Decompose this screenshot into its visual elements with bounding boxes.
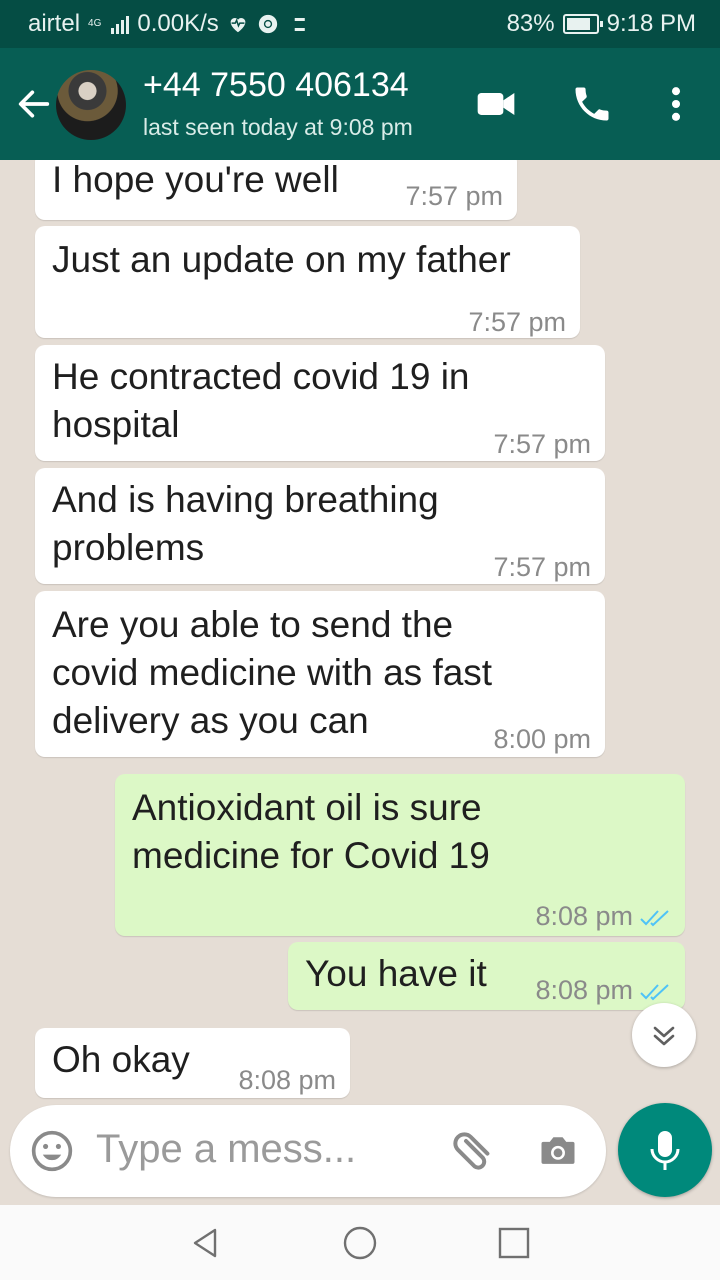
double-chevron-down-icon bbox=[653, 1026, 675, 1046]
avatar[interactable] bbox=[56, 70, 126, 140]
voice-message-button[interactable] bbox=[618, 1103, 712, 1197]
read-ticks-icon bbox=[640, 984, 669, 1001]
network-type: 4G bbox=[88, 18, 102, 29]
message-time: 8:08 pm bbox=[535, 901, 633, 931]
microphone-icon bbox=[650, 1131, 680, 1170]
incoming-message[interactable]: Just an update on my father 7:57 pm bbox=[35, 226, 580, 338]
incoming-message[interactable]: And is having breathing problems 7:57 pm bbox=[35, 468, 605, 584]
video-call-icon[interactable] bbox=[474, 82, 518, 126]
emoji-icon[interactable] bbox=[30, 1129, 74, 1173]
message-meta: 8:08 pm bbox=[535, 892, 671, 940]
message-time: 7:57 pm bbox=[493, 429, 591, 459]
message-input-bar[interactable]: Type a mess... bbox=[10, 1105, 606, 1197]
carrier-name: airtel bbox=[28, 10, 81, 37]
message-text: You have it bbox=[305, 953, 487, 994]
message-time: 8:00 pm bbox=[493, 724, 591, 754]
contact-name[interactable]: +44 7550 406134 bbox=[143, 66, 409, 105]
chat-header: +44 7550 406134 last seen today at 9:08 … bbox=[0, 48, 720, 160]
incoming-message[interactable]: I hope you're well 7:57 pm bbox=[35, 160, 517, 220]
message-text: I hope you're well bbox=[52, 160, 339, 200]
last-seen-status: last seen today at 9:08 pm bbox=[143, 114, 413, 140]
scroll-to-bottom-button[interactable] bbox=[632, 1003, 696, 1067]
message-list[interactable]: I hope you're well 7:57 pm Just an updat… bbox=[0, 160, 720, 1102]
message-text: And is having breathing bbox=[52, 479, 439, 520]
message-time: 7:57 pm bbox=[493, 552, 591, 582]
incoming-message[interactable]: Are you able to send the covid medicine … bbox=[35, 591, 605, 757]
message-text: problems bbox=[52, 527, 205, 568]
battery-icon bbox=[562, 14, 603, 34]
outgoing-message[interactable]: Antioxidant oil is sure medicine for Cov… bbox=[115, 774, 685, 936]
nav-recents-icon[interactable] bbox=[496, 1225, 532, 1261]
news-icon: ▬ ▬ bbox=[294, 13, 305, 34]
message-text: hospital bbox=[52, 404, 180, 445]
message-text: He contracted covid 19 in bbox=[52, 356, 470, 397]
incoming-message[interactable]: Oh okay 8:08 pm bbox=[35, 1028, 350, 1098]
heart-rate-icon bbox=[230, 18, 246, 33]
phone-call-icon[interactable] bbox=[570, 82, 614, 126]
message-text: Are you able to send the bbox=[52, 604, 454, 645]
message-text: Antioxidant oil is sure bbox=[132, 787, 482, 828]
message-text: Oh okay bbox=[52, 1039, 190, 1080]
incoming-message[interactable]: He contracted covid 19 in hospital 7:57 … bbox=[35, 345, 605, 461]
message-text: covid medicine with as fast bbox=[52, 652, 493, 693]
message-time: 7:57 pm bbox=[405, 181, 503, 211]
message-input[interactable]: Type a mess... bbox=[96, 1127, 356, 1172]
system-navigation-bar bbox=[0, 1205, 720, 1280]
nav-home-icon[interactable] bbox=[342, 1225, 378, 1261]
back-arrow-icon[interactable] bbox=[14, 84, 54, 124]
message-time: 8:08 pm bbox=[535, 975, 633, 1005]
clock: 9:18 PM bbox=[606, 10, 696, 37]
message-time: 8:08 pm bbox=[238, 1065, 336, 1095]
message-text: Just an update on my father bbox=[52, 239, 511, 280]
battery-percent: 83% bbox=[506, 10, 555, 37]
signal-icon bbox=[111, 14, 130, 34]
message-text: medicine for Covid 19 bbox=[132, 835, 490, 876]
more-options-icon[interactable] bbox=[654, 82, 698, 126]
status-bar: airtel 4G 0.00K/s ▬ ▬ 83% 9:18 PM bbox=[0, 0, 720, 48]
chrome-icon bbox=[258, 14, 277, 34]
message-text: delivery as you can bbox=[52, 700, 369, 741]
attachment-icon[interactable] bbox=[450, 1127, 498, 1175]
camera-icon[interactable] bbox=[536, 1129, 580, 1173]
message-time: 7:57 pm bbox=[468, 307, 566, 337]
network-speed: 0.00K/s bbox=[137, 10, 219, 37]
nav-back-icon[interactable] bbox=[188, 1225, 224, 1261]
outgoing-message[interactable]: You have it 8:08 pm bbox=[288, 942, 685, 1010]
read-ticks-icon bbox=[640, 910, 669, 927]
